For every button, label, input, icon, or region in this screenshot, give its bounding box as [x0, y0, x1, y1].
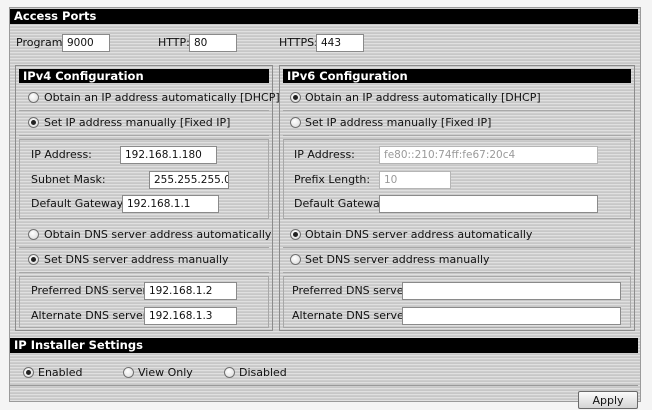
- footer-divider: [10, 385, 638, 386]
- installer-enabled-label: Enabled: [38, 366, 83, 379]
- installer-enabled-radio[interactable]: [23, 367, 34, 378]
- ipv4-dns-auto-radio[interactable]: [28, 229, 39, 240]
- ipv4-ip-input[interactable]: 192.168.1.180: [120, 146, 217, 164]
- ipv6-dns-auto-radio[interactable]: [290, 229, 301, 240]
- ipv6-dhcp-row: Obtain an IP address automatically [DHCP…: [283, 86, 631, 111]
- ipv4-dhcp-radio[interactable]: [28, 92, 39, 103]
- https-label: HTTPS:: [279, 36, 318, 49]
- ip-installer-header: IP Installer Settings: [10, 338, 638, 353]
- https-port-input[interactable]: 443: [316, 34, 364, 52]
- ipv6-pref-dns-input[interactable]: [402, 282, 621, 300]
- ipv4-mask-input[interactable]: 255.255.255.0: [149, 171, 229, 189]
- program-label: Program:: [16, 36, 67, 49]
- ipv6-dhcp-label: Obtain an IP address automatically [DHCP…: [305, 91, 541, 104]
- ipv6-dns-auto-label: Obtain DNS server address automatically: [305, 228, 533, 241]
- ipv4-header: IPv4 Configuration: [19, 69, 269, 83]
- apply-button[interactable]: Apply: [578, 391, 638, 409]
- ipv4-mask-label: Subnet Mask:: [31, 173, 106, 186]
- ipv6-dns-auto-row: Obtain DNS server address automatically: [283, 223, 631, 248]
- ipv4-pref-dns-input[interactable]: 192.168.1.2: [144, 282, 237, 300]
- ipv6-ip-label: IP Address:: [294, 148, 355, 161]
- ipv6-alt-dns-input[interactable]: [402, 307, 621, 325]
- ipv4-panel: IPv4 Configuration Obtain an IP address …: [15, 65, 280, 331]
- ipv6-dns-group: Preferred DNS server: Alternate DNS serv…: [283, 276, 631, 328]
- ipv4-dns-group: Preferred DNS server: 192.168.1.2 Altern…: [19, 276, 269, 328]
- installer-view-only-label: View Only: [138, 366, 193, 379]
- ipv6-dns-manual-label: Set DNS server address manually: [305, 253, 490, 266]
- ipv6-alt-dns-label: Alternate DNS server:: [292, 309, 412, 322]
- access-ports-header: Access Ports: [10, 9, 638, 24]
- ipv4-fixed-radio[interactable]: [28, 117, 39, 128]
- ipv6-dhcp-radio[interactable]: [290, 92, 301, 103]
- ipv6-prefix-input[interactable]: 10: [379, 171, 451, 189]
- http-port-input[interactable]: 80: [189, 34, 237, 52]
- ipv4-address-group: IP Address: 192.168.1.180 Subnet Mask: 2…: [19, 139, 269, 219]
- ipv4-pref-dns-label: Preferred DNS server:: [31, 284, 151, 297]
- ipv6-prefix-label: Prefix Length:: [294, 173, 371, 186]
- ipv6-ip-input[interactable]: fe80::210:74ff:fe67:20c4: [379, 146, 598, 164]
- ipv4-gateway-input[interactable]: 192.168.1.1: [122, 195, 219, 213]
- ipv4-fixed-label: Set IP address manually [Fixed IP]: [44, 116, 231, 129]
- ipv4-dns-manual-label: Set DNS server address manually: [44, 253, 229, 266]
- ipv4-dhcp-row: Obtain an IP address automatically [DHCP…: [19, 86, 280, 111]
- ipv4-dns-auto-label: Obtain DNS server address automatically: [44, 228, 272, 241]
- ipv4-dns-auto-row: Obtain DNS server address automatically: [19, 223, 272, 248]
- ipv4-dns-manual-row: Set DNS server address manually: [19, 248, 269, 273]
- installer-disabled-radio[interactable]: [224, 367, 235, 378]
- ipv4-ip-label: IP Address:: [31, 148, 92, 161]
- program-port-input[interactable]: 9000: [62, 34, 110, 52]
- ipv6-panel: IPv6 Configuration Obtain an IP address …: [279, 65, 635, 331]
- installer-view-only-radio[interactable]: [123, 367, 134, 378]
- ipv4-gateway-label: Default Gateway:: [31, 197, 127, 210]
- ipv4-alt-dns-label: Alternate DNS server:: [31, 309, 151, 322]
- ipv6-fixed-row: Set IP address manually [Fixed IP]: [283, 111, 631, 136]
- ipv6-fixed-label: Set IP address manually [Fixed IP]: [305, 116, 492, 129]
- ipv6-gateway-label: Default Gateway:: [294, 197, 390, 210]
- ipv6-header: IPv6 Configuration: [283, 69, 631, 83]
- ipv4-fixed-row: Set IP address manually [Fixed IP]: [19, 111, 269, 136]
- ipv6-pref-dns-label: Preferred DNS server:: [292, 284, 412, 297]
- ipv6-dns-manual-row: Set DNS server address manually: [283, 248, 631, 273]
- ipv4-dns-manual-radio[interactable]: [28, 254, 39, 265]
- ipv6-fixed-radio[interactable]: [290, 117, 301, 128]
- ipv4-dhcp-label: Obtain an IP address automatically [DHCP…: [44, 91, 280, 104]
- ipv6-dns-manual-radio[interactable]: [290, 254, 301, 265]
- http-label: HTTP:: [158, 36, 190, 49]
- ipv6-address-group: IP Address: fe80::210:74ff:fe67:20c4 Pre…: [283, 139, 631, 219]
- ipv6-gateway-input[interactable]: [379, 195, 598, 213]
- ipv4-alt-dns-input[interactable]: 192.168.1.3: [144, 307, 237, 325]
- installer-disabled-label: Disabled: [239, 366, 287, 379]
